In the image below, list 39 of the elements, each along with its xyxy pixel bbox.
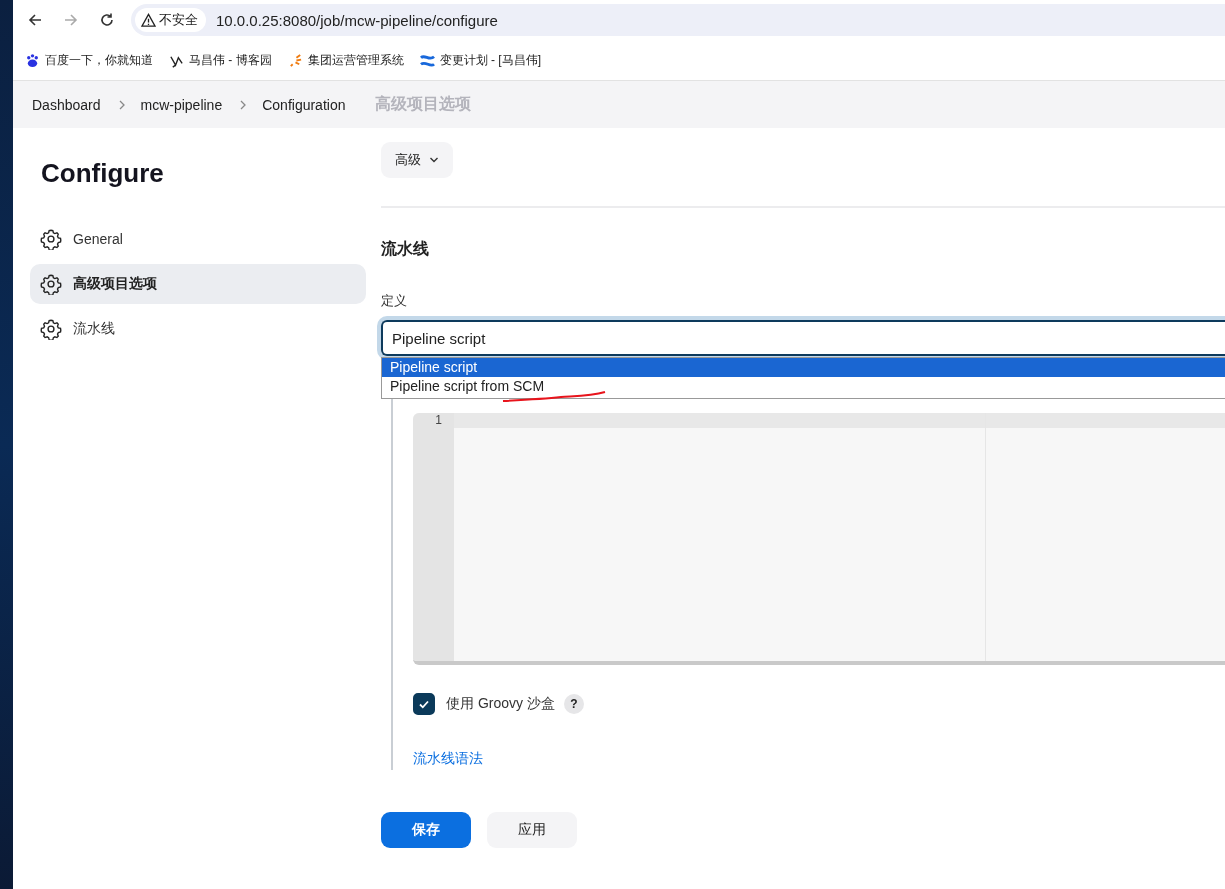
back-icon[interactable]	[27, 12, 43, 28]
line-number: 1	[434, 413, 443, 428]
warning-icon	[141, 12, 156, 28]
checkbox-label: 使用 Groovy 沙盒	[446, 695, 555, 713]
page-title: Configure	[41, 158, 165, 189]
chevron-down-icon	[429, 155, 439, 165]
checkbox[interactable]	[413, 693, 435, 715]
security-chip[interactable]: 不安全	[135, 8, 206, 32]
dropdown-option[interactable]: Pipeline script	[382, 358, 1225, 377]
bookmark-item[interactable]: 集团运营管理系统	[287, 51, 404, 69]
breadcrumb-link[interactable]: Dashboard	[32, 96, 101, 113]
security-label: 不安全	[159, 11, 198, 29]
code-editor[interactable]: 1	[413, 413, 1225, 665]
bookmark-item[interactable]: 百度一下，你就知道	[25, 51, 153, 69]
section-title: 流水线	[381, 239, 430, 259]
checkmark-icon	[418, 698, 430, 710]
paw-icon	[25, 52, 40, 68]
address-bar[interactable]: 不安全 10.0.0.25:8080/job/mcw-pipeline/configure	[131, 4, 1225, 36]
sidebar-item[interactable]: General	[30, 219, 366, 259]
sticky-section-title: 高级项目选项	[375, 94, 472, 114]
sidebar-item[interactable]: 高级项目选项	[30, 264, 366, 304]
settings-icon	[40, 273, 62, 295]
bookmark-item[interactable]: 马昌伟 - 博客园	[169, 51, 272, 69]
syntax-link[interactable]: 流水线语法	[413, 750, 483, 768]
breadcrumb-link[interactable]: mcw-pipeline	[140, 96, 223, 113]
field-label: 定义	[381, 292, 408, 310]
url-text: 10.0.0.25:8080/job/mcw-pipeline/configure	[216, 11, 498, 29]
help-button[interactable]: ?	[563, 694, 584, 714]
apply-button[interactable]: 应用	[487, 812, 577, 848]
settings-icon	[40, 228, 62, 250]
bookmark-item[interactable]: 变更计划 - [马昌伟]	[419, 51, 541, 69]
reload-icon[interactable]	[99, 12, 115, 28]
sidebar-item[interactable]: 流水线	[30, 309, 366, 349]
sparks-icon	[287, 52, 303, 68]
advanced-dropdown-button[interactable]: 高级	[381, 142, 453, 178]
settings-icon	[40, 318, 62, 340]
dropdown-option[interactable]: Pipeline script from SCM	[382, 377, 1225, 396]
breadcrumb-link[interactable]: Configuration	[262, 96, 346, 113]
save-button[interactable]: 保存	[381, 812, 471, 848]
